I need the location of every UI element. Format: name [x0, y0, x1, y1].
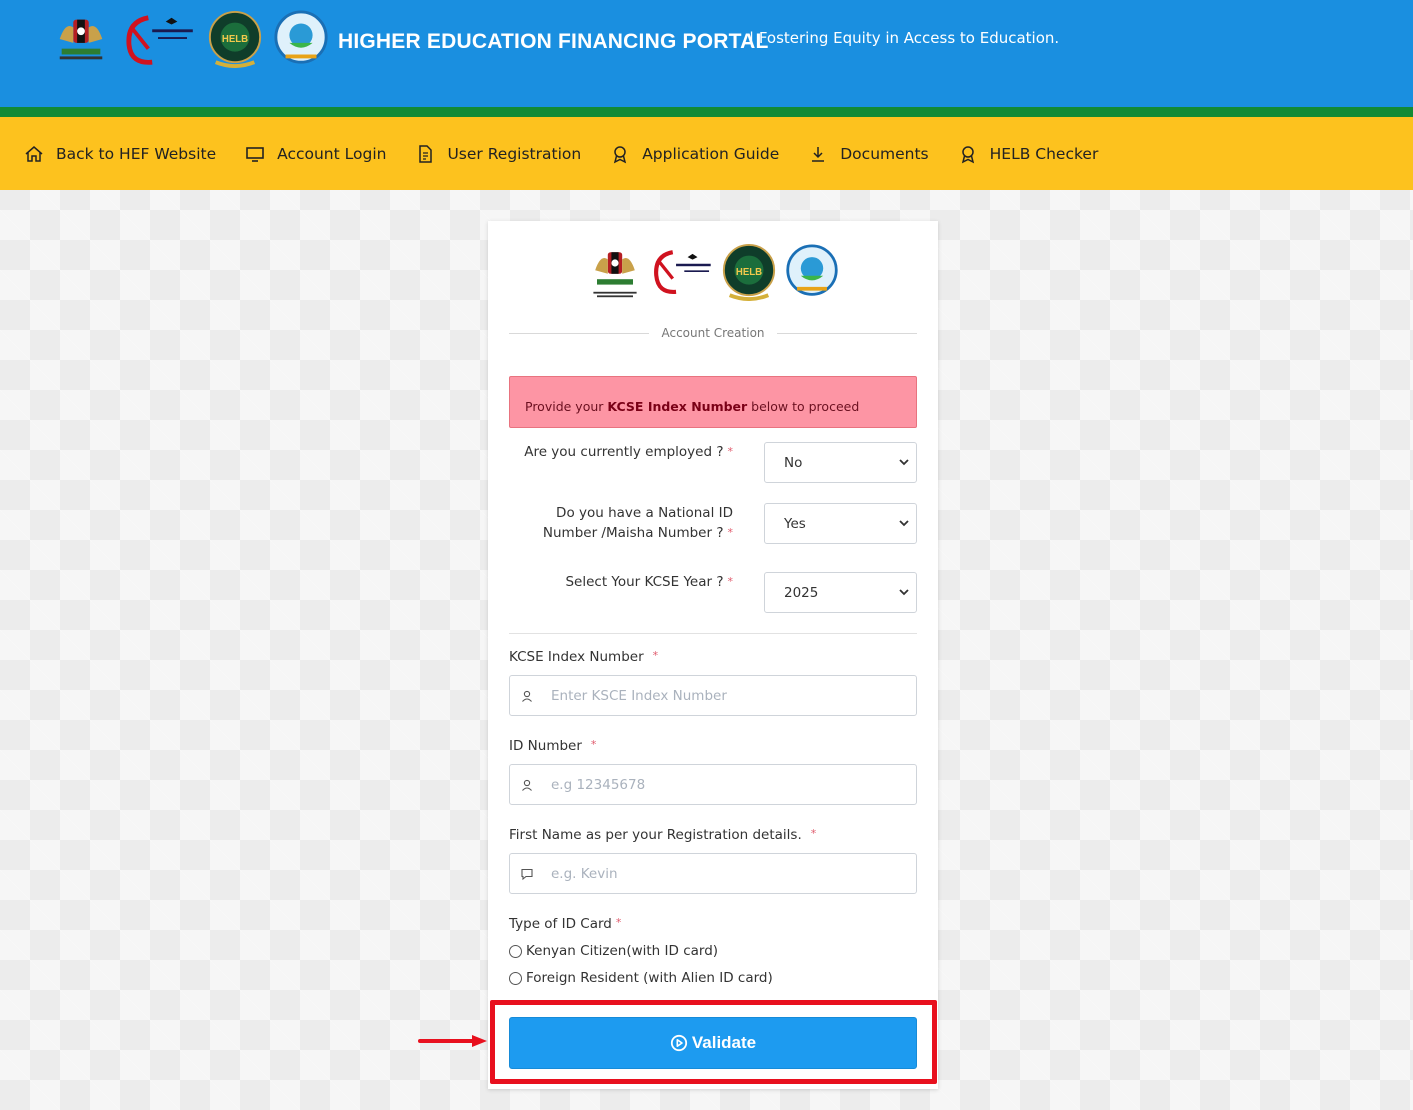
chevron-down-icon — [899, 589, 909, 596]
required-mark: * — [810, 827, 817, 840]
employed-select-value: No — [784, 454, 803, 471]
chevron-down-icon — [899, 520, 909, 527]
employed-label: Are you currently employed ? * — [508, 442, 733, 462]
id-number-label-text: ID Number — [509, 738, 582, 754]
monitor-icon — [246, 146, 264, 162]
nav-label: User Registration — [447, 144, 582, 163]
nav-account-login[interactable]: Account Login — [245, 144, 386, 164]
nav-label: Documents — [840, 144, 929, 163]
nav-back-to-hef-website[interactable]: Back to HEF Website — [24, 144, 216, 164]
home-icon — [25, 145, 43, 162]
kenya-coat-of-arms-logo — [593, 252, 637, 298]
required-mark: * — [727, 575, 734, 588]
first-name-input[interactable] — [510, 854, 916, 893]
id-type-option-label: Foreign Resident (with Alien ID card) — [526, 970, 773, 986]
ministry-of-education-logo — [654, 250, 711, 294]
id-type-label-text: Type of ID Card — [509, 916, 612, 932]
chevron-down-icon — [899, 459, 909, 466]
employed-label-text: Are you currently employed ? — [524, 444, 724, 460]
nav-label: Account Login — [277, 144, 387, 163]
required-mark: * — [727, 445, 734, 458]
user-icon — [522, 690, 532, 702]
universities-fund-logo — [274, 10, 328, 64]
nav-label: Application Guide — [642, 144, 780, 163]
document-icon — [419, 144, 433, 163]
nav-label: Back to HEF Website — [56, 144, 217, 163]
kcse-index-input[interactable] — [510, 676, 916, 715]
kcse-year-label: Select Your KCSE Year ? * — [508, 572, 733, 592]
required-mark: * — [590, 738, 597, 751]
header-green-stripe — [0, 107, 1413, 117]
section-divider: Account Creation — [509, 326, 918, 340]
nav-helb-checker[interactable]: HELB Checker — [958, 144, 1099, 164]
form-divider — [509, 633, 917, 634]
account-creation-card: HELB Account Creation Provide your KCSE … — [488, 221, 938, 1089]
id-number-label: ID Number * — [509, 738, 596, 754]
id-number-field[interactable] — [509, 764, 917, 805]
nav-documents[interactable]: Documents — [808, 144, 929, 164]
required-mark: * — [727, 526, 734, 539]
national-id-label-line2: Number /Maisha Number ? — [542, 525, 724, 541]
alert-text-suffix: below to proceed — [747, 399, 860, 414]
universities-fund-logo — [786, 244, 838, 296]
nav-application-guide[interactable]: Application Guide — [610, 144, 779, 164]
national-id-label-line1: Do you have a National ID — [556, 505, 733, 521]
ministry-of-education-logo — [126, 15, 193, 65]
kcse-index-field[interactable] — [509, 675, 917, 716]
id-type-option-kenyan[interactable]: Kenyan Citizen(with ID card) — [509, 943, 718, 959]
radio-button[interactable] — [509, 971, 522, 985]
first-name-field[interactable] — [509, 853, 917, 894]
national-id-select-value: Yes — [784, 515, 806, 532]
validate-button[interactable]: Validate — [509, 1017, 917, 1069]
kcse-index-label: KCSE Index Number * — [509, 649, 658, 665]
kcse-year-select-value: 2025 — [784, 584, 819, 601]
kcse-index-label-text: KCSE Index Number — [509, 649, 644, 665]
first-name-label-text: First Name as per your Registration deta… — [509, 827, 802, 843]
kcse-year-select[interactable]: 2025 — [764, 572, 917, 613]
svg-text:HELB: HELB — [736, 267, 762, 278]
portal-tagline: | Fostering Equity in Access to Educatio… — [749, 29, 1060, 47]
kcse-year-label-text: Select Your KCSE Year ? — [565, 574, 724, 590]
id-type-option-foreign[interactable]: Foreign Resident (with Alien ID card) — [509, 970, 773, 986]
kenya-coat-of-arms-logo — [59, 19, 103, 60]
award-icon — [614, 145, 627, 163]
user-icon — [522, 779, 532, 791]
svg-text:HELB: HELB — [222, 34, 248, 45]
award-icon — [961, 145, 974, 163]
alert-text-bold: KCSE Index Number — [607, 399, 748, 414]
play-circle-icon — [670, 1034, 687, 1052]
kcse-alert: Provide your KCSE Index Number below to … — [509, 376, 917, 428]
national-id-label: Do you have a National ID Number /Maisha… — [508, 503, 733, 543]
helb-logo: HELB — [722, 243, 776, 301]
download-icon — [812, 146, 825, 162]
id-type-label: Type of ID Card * — [509, 916, 621, 932]
card-logos: HELB — [588, 243, 840, 301]
section-title: Account Creation — [661, 326, 765, 340]
alert-text-prefix: Provide your — [525, 399, 608, 414]
id-type-option-label: Kenyan Citizen(with ID card) — [526, 943, 719, 959]
helb-logo: HELB — [208, 10, 262, 68]
nav-label: HELB Checker — [989, 144, 1099, 163]
header-logos: HELB — [52, 10, 330, 68]
first-name-label: First Name as per your Registration deta… — [509, 827, 816, 843]
message-icon — [521, 868, 533, 881]
radio-button[interactable] — [509, 944, 522, 958]
id-number-input[interactable] — [510, 765, 916, 804]
nav-user-registration[interactable]: User Registration — [415, 144, 581, 164]
required-mark: * — [652, 649, 659, 662]
pointer-arrow-icon — [418, 1035, 487, 1047]
national-id-select[interactable]: Yes — [764, 503, 917, 544]
main-nav: Back to HEF Website Account Login User R… — [0, 117, 1413, 190]
employed-select[interactable]: No — [764, 442, 917, 483]
portal-title: HIGHER EDUCATION FINANCING PORTAL — [338, 30, 769, 53]
required-mark: * — [615, 916, 622, 929]
validate-label: Validate — [691, 1033, 757, 1052]
